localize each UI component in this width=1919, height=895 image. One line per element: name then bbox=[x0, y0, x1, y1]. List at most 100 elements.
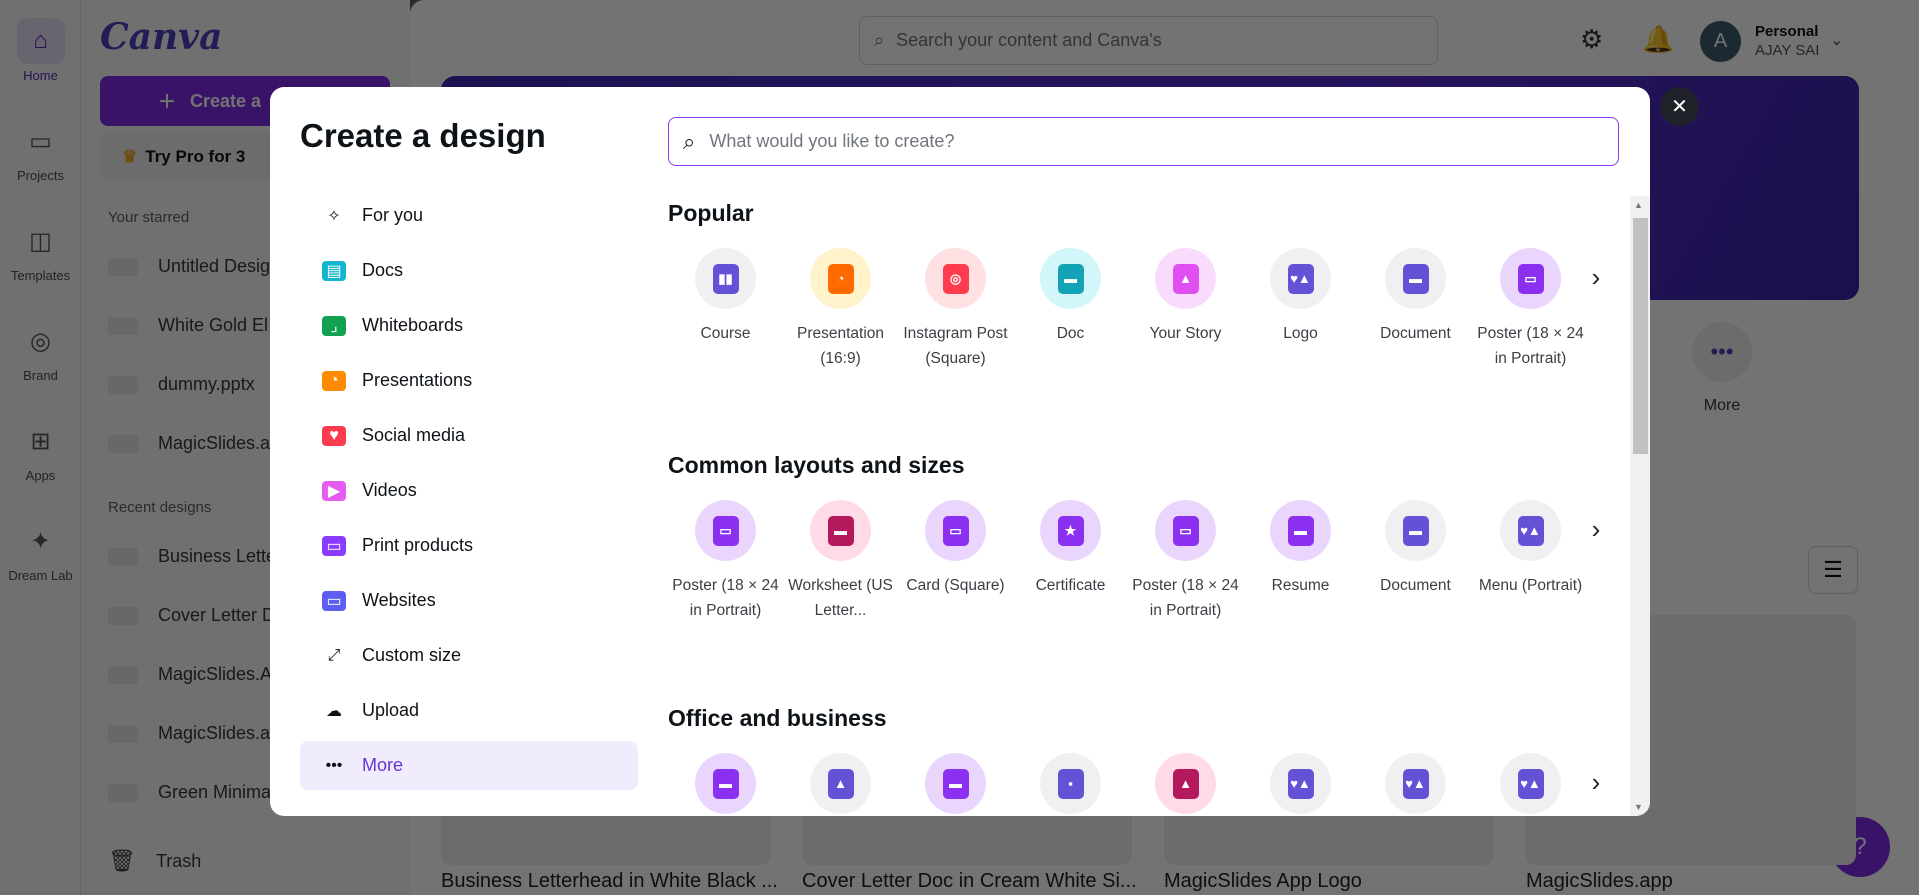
chevron-right-icon[interactable]: › bbox=[1586, 514, 1606, 545]
nav-item-presentations[interactable]: ◔ Presentations bbox=[300, 356, 638, 405]
nav-item-websites[interactable]: ▭ Websites bbox=[300, 576, 638, 625]
rail-item-apps[interactable]: ⊞ Apps bbox=[0, 418, 81, 484]
close-modal-button[interactable]: ✕ bbox=[1660, 87, 1699, 126]
nav-item-docs[interactable]: ▤ Docs bbox=[300, 246, 638, 295]
design-thumbnail bbox=[108, 606, 138, 625]
nav-item-more[interactable]: ••• More bbox=[300, 741, 638, 790]
design-type-tile[interactable]: ▪ bbox=[1013, 753, 1128, 814]
design-type-glyph: ♥▲ bbox=[1517, 768, 1544, 799]
design-type-tile[interactable]: ▮▮ Course bbox=[668, 248, 783, 346]
design-type-icon: ♥▲ bbox=[1500, 753, 1561, 814]
avatar[interactable]: A bbox=[1700, 21, 1741, 62]
left-rail: ⌂ Home ▭ Projects ◫ Templates ◎ Brand ⊞ Apps ✦ Drea… bbox=[0, 0, 81, 895]
design-type-glyph: ▲ bbox=[827, 768, 854, 799]
design-type-tile[interactable]: ♥▲ bbox=[1473, 753, 1588, 814]
bell-icon[interactable]: 🔔 bbox=[1642, 24, 1674, 55]
chevron-right-icon[interactable]: › bbox=[1586, 262, 1606, 293]
recent-heading: Recent designs bbox=[108, 499, 212, 516]
design-name: Untitled Desig bbox=[158, 256, 271, 276]
list-item[interactable]: MagicSlides.a bbox=[108, 433, 270, 454]
chevron-right-icon[interactable]: › bbox=[1586, 767, 1606, 798]
design-type-tile[interactable]: ▭ Poster (18 × 24 in Portrait) bbox=[668, 500, 783, 623]
design-type-icon: ▬ bbox=[1270, 500, 1331, 561]
rail-item-home[interactable]: ⌂ Home bbox=[0, 18, 81, 83]
design-type-tile[interactable]: ★ Certificate bbox=[1013, 500, 1128, 598]
trash-item[interactable]: 🗑 Trash bbox=[108, 848, 201, 874]
design-type-tile[interactable]: ▬ Worksheet (US Letter... bbox=[783, 500, 898, 623]
chevron-down-icon[interactable]: ⌄ bbox=[1830, 30, 1843, 50]
design-type-tile[interactable]: ▬ Resume bbox=[1243, 500, 1358, 598]
nav-item-social-media[interactable]: ♥ Social media bbox=[300, 411, 638, 460]
nav-item-custom-size[interactable]: ⤢ Custom size bbox=[300, 631, 638, 680]
design-type-label: Poster (18 × 24 in Portrait) bbox=[672, 577, 779, 619]
design-type-tile[interactable]: ▭ Poster (18 × 24 in Portrait) bbox=[1473, 248, 1588, 371]
list-item[interactable]: Business Lette bbox=[108, 546, 276, 567]
design-type-row: ▭ Poster (18 × 24 in Portrait) ▬ Worksheet … bbox=[668, 500, 1628, 630]
rail-item-brand[interactable]: ◎ Brand bbox=[0, 318, 81, 384]
design-type-tile[interactable]: ▭ Card (Square) bbox=[898, 500, 1013, 598]
gear-icon[interactable]: ⚙ bbox=[1580, 24, 1603, 55]
design-thumbnail bbox=[108, 665, 138, 684]
design-type-tile[interactable]: ♥▲ bbox=[1243, 753, 1358, 814]
scrollbar[interactable]: ▲ ▼ bbox=[1630, 196, 1650, 816]
design-type-tile[interactable]: ▬ bbox=[668, 753, 783, 814]
design-type-tile[interactable]: ▬ bbox=[898, 753, 1013, 814]
design-type-tile[interactable]: ◔ Presentation (16:9) bbox=[783, 248, 898, 371]
design-type-tile[interactable]: ▲ bbox=[783, 753, 898, 814]
design-type-glyph: ♥▲ bbox=[1287, 768, 1314, 799]
starred-heading: Your starred bbox=[108, 209, 190, 226]
list-item[interactable]: MagicSlides.A bbox=[108, 664, 272, 685]
design-type-tile[interactable]: ▬ Document bbox=[1358, 500, 1473, 598]
scrollbar-thumb[interactable] bbox=[1633, 218, 1648, 454]
nav-item-label: Videos bbox=[362, 480, 417, 500]
design-type-icon: ♥▲ bbox=[1500, 500, 1561, 561]
design-card-title[interactable]: MagicSlides.app bbox=[1526, 870, 1673, 893]
section-heading: Popular bbox=[668, 200, 754, 226]
folder-icon: ▭ bbox=[29, 127, 52, 155]
design-card-title[interactable]: Business Letterhead in White Black ... bbox=[441, 870, 778, 893]
design-type-tile[interactable]: ♥▲ bbox=[1358, 753, 1473, 814]
rail-item-label: Projects bbox=[17, 168, 64, 183]
design-type-tile[interactable]: ▬ Doc bbox=[1013, 248, 1128, 346]
canva-logo[interactable]: Canva bbox=[100, 16, 222, 58]
design-type-tile[interactable]: ▭ Poster (18 × 24 in Portrait) bbox=[1128, 500, 1243, 623]
rail-item-templates[interactable]: ◫ Templates bbox=[0, 218, 81, 284]
design-type-label: Presentation (16:9) bbox=[796, 325, 885, 367]
rail-item-dream-lab[interactable]: ✦ Dream Lab bbox=[0, 518, 81, 584]
list-item[interactable]: dummy.pptx bbox=[108, 374, 255, 395]
design-type-tile[interactable]: ◎ Instagram Post (Square) bbox=[898, 248, 1013, 371]
design-type-tile[interactable]: ▲ bbox=[1128, 753, 1243, 814]
design-type-glyph: ▬ bbox=[942, 768, 969, 799]
design-card-title[interactable]: MagicSlides App Logo bbox=[1164, 870, 1362, 893]
design-search-input[interactable]: ⌕ What would you like to create? bbox=[668, 117, 1619, 166]
design-type-glyph: ▭ bbox=[1172, 515, 1199, 546]
design-type-row: ▮▮ Course ◔ Presentation (16:9) ◎ Instagram P… bbox=[668, 248, 1628, 378]
design-type-tile[interactable]: ▬ Document bbox=[1358, 248, 1473, 346]
design-card-title[interactable]: Cover Letter Doc in Cream White Si... bbox=[802, 870, 1137, 893]
list-item[interactable]: Untitled Desig bbox=[108, 256, 270, 277]
design-type-label: Worksheet (US Letter... bbox=[788, 577, 893, 619]
more-dots-icon[interactable]: ••• bbox=[1692, 322, 1752, 382]
nav-item-for-you[interactable]: ✧ For you bbox=[300, 191, 638, 240]
top-search-input[interactable]: ⌕ Search your content and Canva's bbox=[859, 16, 1438, 65]
rail-item-projects[interactable]: ▭ Projects bbox=[0, 118, 81, 184]
list-item[interactable]: Green Minima bbox=[108, 782, 271, 803]
scroll-down-icon[interactable]: ▼ bbox=[1634, 802, 1643, 812]
design-name: MagicSlides.a bbox=[158, 723, 271, 743]
heart-icon: ♥ bbox=[322, 425, 346, 446]
list-item[interactable]: White Gold El bbox=[108, 315, 268, 336]
list-view-button[interactable]: ☰ bbox=[1808, 546, 1858, 594]
nav-item-whiteboards[interactable]: ⌟ Whiteboards bbox=[300, 301, 638, 350]
design-type-tile[interactable]: ▲ Your Story bbox=[1128, 248, 1243, 346]
nav-item-label: Docs bbox=[362, 260, 404, 280]
scroll-up-icon[interactable]: ▲ bbox=[1634, 200, 1643, 210]
design-type-glyph: ▲ bbox=[1172, 768, 1199, 799]
list-item[interactable]: MagicSlides.a bbox=[108, 723, 270, 744]
nav-item-videos[interactable]: ▶ Videos bbox=[300, 466, 638, 515]
list-item[interactable]: Cover Letter D bbox=[108, 605, 275, 626]
nav-item-upload[interactable]: ☁ Upload bbox=[300, 686, 638, 735]
design-type-tile[interactable]: ♥▲ Logo bbox=[1243, 248, 1358, 346]
account-switcher[interactable]: Personal AJAY SAI bbox=[1755, 22, 1819, 60]
nav-item-print-products[interactable]: ▭ Print products bbox=[300, 521, 638, 570]
design-type-tile[interactable]: ♥▲ Menu (Portrait) bbox=[1473, 500, 1588, 598]
